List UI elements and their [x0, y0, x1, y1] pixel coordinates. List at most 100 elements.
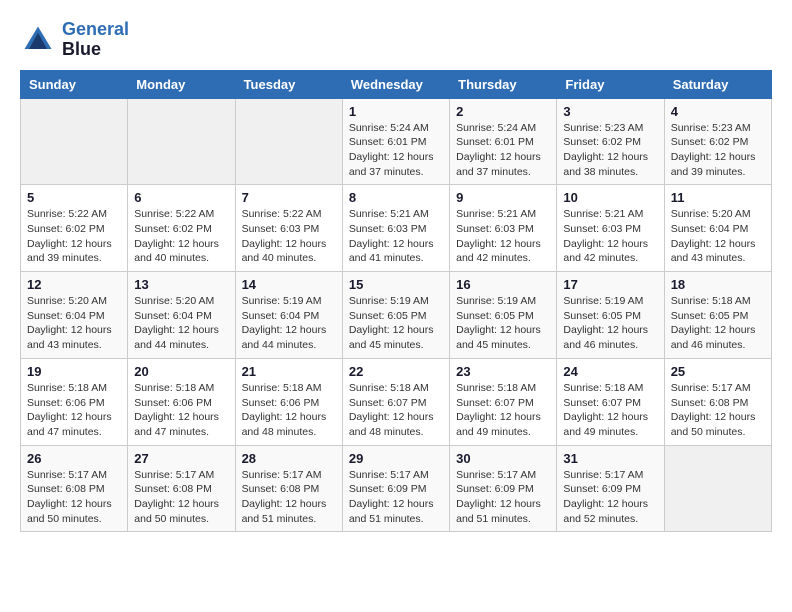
day-info: Sunrise: 5:19 AMSunset: 6:05 PMDaylight:…: [456, 294, 550, 353]
day-number: 11: [671, 190, 765, 205]
calendar-cell: 23 Sunrise: 5:18 AMSunset: 6:07 PMDayligh…: [450, 358, 557, 445]
logo-icon: [20, 22, 56, 58]
day-number: 2: [456, 104, 550, 119]
day-of-week-tuesday: Tuesday: [235, 70, 342, 98]
day-number: 12: [27, 277, 121, 292]
calendar-cell: 17 Sunrise: 5:19 AMSunset: 6:05 PMDayligh…: [557, 272, 664, 359]
day-number: 4: [671, 104, 765, 119]
calendar-cell: 26Sunrise: 5:17 AMSunset: 6:08 PMDayligh…: [21, 445, 128, 532]
calendar-table: SundayMondayTuesdayWednesdayThursdayFrid…: [20, 70, 772, 533]
calendar-cell: 5Sunrise: 5:22 AMSunset: 6:02 PMDaylight…: [21, 185, 128, 272]
day-number: 30: [456, 451, 550, 466]
day-number: 8: [349, 190, 443, 205]
calendar-week-row: 19 Sunrise: 5:18 AMSunset: 6:06 PMDayligh…: [21, 358, 772, 445]
day-info: Sunrise: 5:18 AMSunset: 6:07 PMDaylight:…: [456, 381, 550, 440]
day-info: Sunrise: 5:24 AMSunset: 6:01 PMDaylight:…: [456, 121, 550, 180]
calendar-cell: 7 Sunrise: 5:22 AMSunset: 6:03 PMDaylight…: [235, 185, 342, 272]
day-info: Sunrise: 5:22 AMSunset: 6:02 PMDaylight:…: [134, 207, 228, 266]
day-number: 23: [456, 364, 550, 379]
calendar-cell: 30 Sunrise: 5:17 AMSunset: 6:09 PMDayligh…: [450, 445, 557, 532]
day-number: 10: [563, 190, 657, 205]
calendar-cell: 2 Sunrise: 5:24 AMSunset: 6:01 PMDaylight…: [450, 98, 557, 185]
day-number: 3: [563, 104, 657, 119]
day-number: 21: [242, 364, 336, 379]
day-number: 1: [349, 104, 443, 119]
day-number: 18: [671, 277, 765, 292]
day-info: Sunrise: 5:19 AMSunset: 6:04 PMDaylight:…: [242, 294, 336, 353]
day-info: Sunrise: 5:18 AMSunset: 6:06 PMDaylight:…: [27, 381, 121, 440]
calendar-week-row: 12 Sunrise: 5:20 AMSunset: 6:04 PMDayligh…: [21, 272, 772, 359]
calendar-week-row: 26Sunrise: 5:17 AMSunset: 6:08 PMDayligh…: [21, 445, 772, 532]
day-number: 28: [242, 451, 336, 466]
day-number: 20: [134, 364, 228, 379]
day-of-week-wednesday: Wednesday: [342, 70, 449, 98]
page-header: General Blue: [20, 20, 772, 60]
day-info: Sunrise: 5:18 AMSunset: 6:06 PMDaylight:…: [134, 381, 228, 440]
calendar-cell: 6 Sunrise: 5:22 AMSunset: 6:02 PMDaylight…: [128, 185, 235, 272]
day-info: Sunrise: 5:23 AMSunset: 6:02 PMDaylight:…: [563, 121, 657, 180]
calendar-cell: 16 Sunrise: 5:19 AMSunset: 6:05 PMDayligh…: [450, 272, 557, 359]
calendar-cell: 12 Sunrise: 5:20 AMSunset: 6:04 PMDayligh…: [21, 272, 128, 359]
calendar-cell: [128, 98, 235, 185]
calendar-cell: 27Sunrise: 5:17 AMSunset: 6:08 PMDayligh…: [128, 445, 235, 532]
day-number: 9: [456, 190, 550, 205]
calendar-week-row: 5 Sunrise: 5:22 AMSunset: 6:02 PMDaylight…: [21, 185, 772, 272]
calendar-cell: 15Sunrise: 5:19 AMSunset: 6:05 PMDayligh…: [342, 272, 449, 359]
day-number: 29: [349, 451, 443, 466]
day-number: 25: [671, 364, 765, 379]
day-number: 24: [563, 364, 657, 379]
calendar-cell: 11 Sunrise: 5:20 AMSunset: 6:04 PMDayligh…: [664, 185, 771, 272]
day-info: Sunrise: 5:19 AMSunset: 6:05 PMDaylight:…: [563, 294, 657, 353]
calendar-cell: [664, 445, 771, 532]
calendar-cell: 25 Sunrise: 5:17 AMSunset: 6:08 PMDayligh…: [664, 358, 771, 445]
logo-text: General Blue: [62, 20, 129, 60]
calendar-cell: 3 Sunrise: 5:23 AMSunset: 6:02 PMDaylight…: [557, 98, 664, 185]
calendar-cell: 29 Sunrise: 5:17 AMSunset: 6:09 PMDayligh…: [342, 445, 449, 532]
day-info: Sunrise: 5:17 AMSunset: 6:09 PMDaylight:…: [456, 468, 550, 527]
day-info: Sunrise: 5:21 AMSunset: 6:03 PMDaylight:…: [563, 207, 657, 266]
calendar-cell: 20 Sunrise: 5:18 AMSunset: 6:06 PMDayligh…: [128, 358, 235, 445]
day-number: 27: [134, 451, 228, 466]
calendar-cell: 18 Sunrise: 5:18 AMSunset: 6:05 PMDayligh…: [664, 272, 771, 359]
calendar-header-row: SundayMondayTuesdayWednesdayThursdayFrid…: [21, 70, 772, 98]
day-number: 16: [456, 277, 550, 292]
day-info: Sunrise: 5:18 AMSunset: 6:06 PMDaylight:…: [242, 381, 336, 440]
calendar-cell: [235, 98, 342, 185]
calendar-cell: 10 Sunrise: 5:21 AMSunset: 6:03 PMDayligh…: [557, 185, 664, 272]
day-info: Sunrise: 5:17 AMSunset: 6:08 PMDaylight:…: [27, 468, 121, 527]
calendar-cell: 9 Sunrise: 5:21 AMSunset: 6:03 PMDaylight…: [450, 185, 557, 272]
day-number: 14: [242, 277, 336, 292]
day-of-week-saturday: Saturday: [664, 70, 771, 98]
day-of-week-monday: Monday: [128, 70, 235, 98]
day-info: Sunrise: 5:17 AMSunset: 6:08 PMDaylight:…: [671, 381, 765, 440]
day-info: Sunrise: 5:22 AMSunset: 6:03 PMDaylight:…: [242, 207, 336, 266]
day-info: Sunrise: 5:20 AMSunset: 6:04 PMDaylight:…: [27, 294, 121, 353]
day-info: Sunrise: 5:24 AMSunset: 6:01 PMDaylight:…: [349, 121, 443, 180]
calendar-cell: 28 Sunrise: 5:17 AMSunset: 6:08 PMDayligh…: [235, 445, 342, 532]
calendar-cell: 31Sunrise: 5:17 AMSunset: 6:09 PMDayligh…: [557, 445, 664, 532]
calendar-cell: 14 Sunrise: 5:19 AMSunset: 6:04 PMDayligh…: [235, 272, 342, 359]
day-of-week-friday: Friday: [557, 70, 664, 98]
day-number: 19: [27, 364, 121, 379]
day-info: Sunrise: 5:18 AMSunset: 6:05 PMDaylight:…: [671, 294, 765, 353]
day-info: Sunrise: 5:18 AMSunset: 6:07 PMDaylight:…: [563, 381, 657, 440]
day-info: Sunrise: 5:21 AMSunset: 6:03 PMDaylight:…: [349, 207, 443, 266]
day-info: Sunrise: 5:17 AMSunset: 6:09 PMDaylight:…: [349, 468, 443, 527]
day-of-week-thursday: Thursday: [450, 70, 557, 98]
calendar-cell: 4Sunrise: 5:23 AMSunset: 6:02 PMDaylight…: [664, 98, 771, 185]
day-info: Sunrise: 5:17 AMSunset: 6:08 PMDaylight:…: [242, 468, 336, 527]
calendar-cell: 21 Sunrise: 5:18 AMSunset: 6:06 PMDayligh…: [235, 358, 342, 445]
day-info: Sunrise: 5:18 AMSunset: 6:07 PMDaylight:…: [349, 381, 443, 440]
day-info: Sunrise: 5:20 AMSunset: 6:04 PMDaylight:…: [671, 207, 765, 266]
day-number: 5: [27, 190, 121, 205]
calendar-cell: [21, 98, 128, 185]
day-number: 7: [242, 190, 336, 205]
calendar-cell: 24 Sunrise: 5:18 AMSunset: 6:07 PMDayligh…: [557, 358, 664, 445]
logo: General Blue: [20, 20, 129, 60]
day-info: Sunrise: 5:19 AMSunset: 6:05 PMDaylight:…: [349, 294, 443, 353]
calendar-cell: 19 Sunrise: 5:18 AMSunset: 6:06 PMDayligh…: [21, 358, 128, 445]
day-number: 17: [563, 277, 657, 292]
day-number: 6: [134, 190, 228, 205]
day-info: Sunrise: 5:20 AMSunset: 6:04 PMDaylight:…: [134, 294, 228, 353]
day-info: Sunrise: 5:21 AMSunset: 6:03 PMDaylight:…: [456, 207, 550, 266]
